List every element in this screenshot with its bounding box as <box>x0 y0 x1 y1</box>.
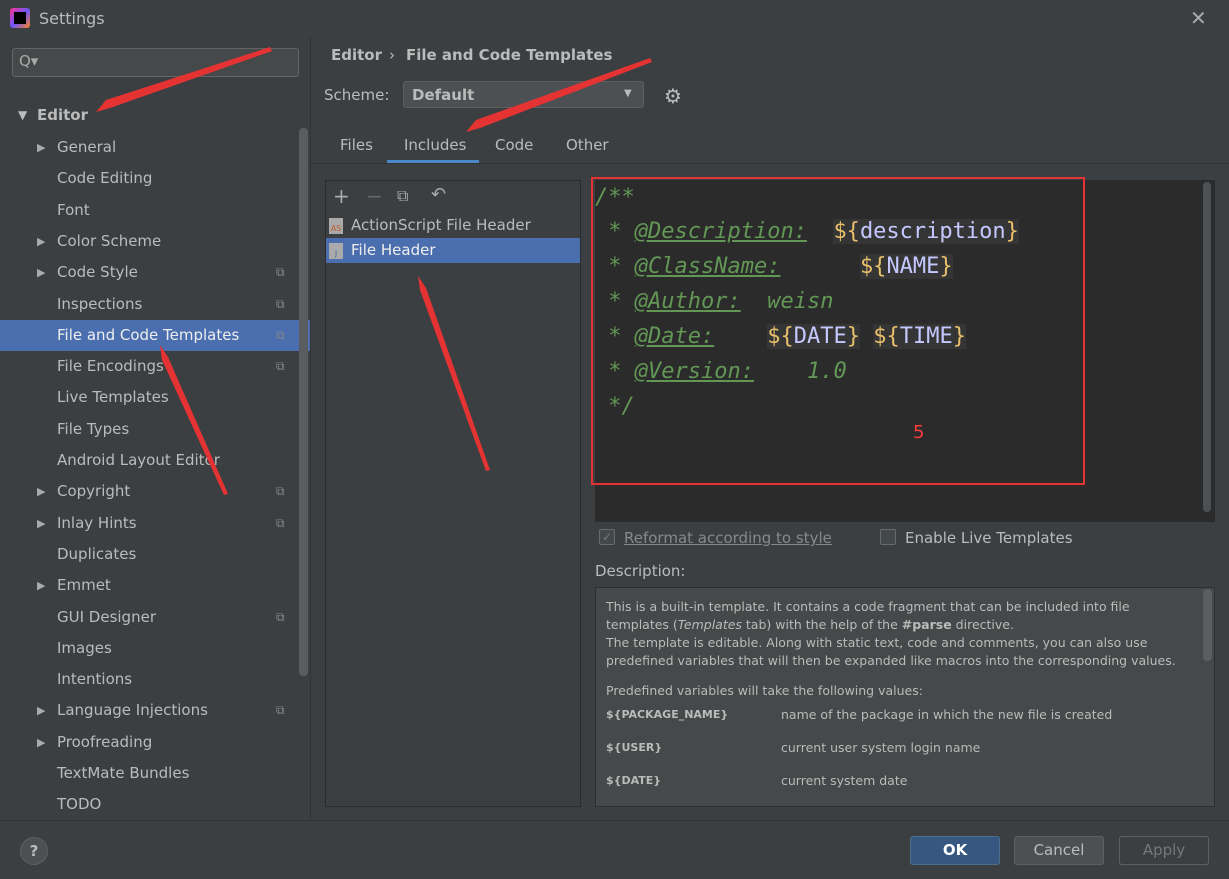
project-settings-icon: ⧉ <box>276 296 285 311</box>
window-title: Settings <box>39 9 105 28</box>
sidebar-item[interactable]: ▶ Code Style ⧉ <box>0 257 310 288</box>
breadcrumb-parent[interactable]: Editor <box>331 46 382 64</box>
scheme-dropdown[interactable]: Default <box>403 81 644 108</box>
list-item[interactable]: AS ActionScript File Header <box>326 213 580 238</box>
sidebar-item[interactable]: Android Layout Editor <box>0 445 310 476</box>
live-templates-label: Enable Live Templates <box>905 529 1073 547</box>
search-input[interactable]: Q▾ <box>12 48 299 77</box>
help-button[interactable]: ? <box>20 837 48 865</box>
reformat-checkbox[interactable]: ✓ <box>599 529 615 545</box>
reformat-label: Reformat according to style <box>624 529 832 547</box>
scheme-label: Scheme: <box>324 86 390 104</box>
sidebar-item-editor[interactable]: ▼ Editor <box>0 100 310 131</box>
sidebar-item[interactable]: ▶ Color Scheme <box>0 226 310 257</box>
cancel-button[interactable]: Cancel <box>1014 836 1104 865</box>
project-settings-icon: ⧉ <box>276 265 285 280</box>
sidebar-item[interactable]: ▶ Language Injections ⧉ <box>0 695 310 726</box>
sidebar-item[interactable]: GUI Designer ⧉ <box>0 602 310 633</box>
sidebar-scrollbar[interactable] <box>299 128 308 676</box>
expand-right-icon[interactable]: ▶ <box>37 695 45 726</box>
sidebar-item[interactable]: File Types <box>0 414 310 445</box>
project-settings-icon: ⧉ <box>276 359 285 374</box>
sidebar-item[interactable]: ▶ Emmet <box>0 570 310 601</box>
expand-right-icon[interactable]: ▶ <box>37 226 45 257</box>
sidebar-item[interactable]: Live Templates <box>0 382 310 413</box>
java-file-icon: J <box>329 243 343 259</box>
reset-icon[interactable]: ↶ <box>431 184 446 205</box>
tab-files[interactable]: Files <box>340 136 373 154</box>
project-settings-icon: ⧉ <box>276 327 285 342</box>
expand-right-icon[interactable]: ▶ <box>37 257 45 288</box>
sidebar-item[interactable]: File and Code Templates ⧉ <box>0 319 310 351</box>
description-label: Description: <box>595 562 686 580</box>
sidebar-item[interactable]: Font <box>0 195 310 226</box>
project-settings-icon: ⧉ <box>276 484 285 499</box>
breadcrumb-separator: › <box>389 46 395 64</box>
remove-icon[interactable]: − <box>366 184 383 208</box>
template-list <box>325 180 581 807</box>
expand-right-icon[interactable]: ▶ <box>37 132 45 163</box>
apply-button[interactable]: Apply <box>1119 836 1209 865</box>
actionscript-file-icon: AS <box>329 218 343 234</box>
description-panel: This is a built-in template. It contains… <box>595 587 1215 807</box>
breadcrumb-current: File and Code Templates <box>406 46 613 64</box>
sidebar-item[interactable]: File Encodings ⧉ <box>0 351 310 382</box>
editor-scrollbar[interactable] <box>1203 182 1211 512</box>
app-logo-icon <box>10 8 30 28</box>
sidebar-item[interactable]: TextMate Bundles <box>0 758 310 789</box>
gear-icon[interactable]: ⚙ <box>664 84 682 108</box>
sidebar-item[interactable]: ▶ Inlay Hints ⧉ <box>0 508 310 539</box>
project-settings-icon: ⧉ <box>276 703 285 718</box>
live-templates-checkbox[interactable] <box>880 529 896 545</box>
tab-other[interactable]: Other <box>566 136 609 154</box>
divider <box>311 163 1229 164</box>
sidebar-item[interactable]: Inspections ⧉ <box>0 289 310 320</box>
add-icon[interactable]: + <box>333 184 350 208</box>
expand-right-icon[interactable]: ▶ <box>37 727 45 758</box>
expand-right-icon[interactable]: ▶ <box>37 508 45 539</box>
title-bar <box>0 0 1229 37</box>
close-icon[interactable]: ✕ <box>1190 6 1207 30</box>
project-settings-icon: ⧉ <box>276 609 285 624</box>
tab-code[interactable]: Code <box>495 136 533 154</box>
sidebar-item[interactable]: Code Editing <box>0 163 310 194</box>
sidebar-item[interactable]: ▶ Proofreading <box>0 727 310 758</box>
sidebar-item[interactable]: ▶ Copyright ⧉ <box>0 476 310 507</box>
expand-down-icon[interactable]: ▼ <box>18 100 27 131</box>
annotation-highlight-box <box>591 177 1085 485</box>
expand-right-icon[interactable]: ▶ <box>37 476 45 507</box>
expand-right-icon[interactable]: ▶ <box>37 570 45 601</box>
ok-button[interactable]: OK <box>910 836 1000 865</box>
sidebar-item[interactable]: Images <box>0 633 310 664</box>
sidebar-item[interactable]: TODO <box>0 789 310 820</box>
sidebar-item[interactable]: Intentions <box>0 664 310 695</box>
sidebar-item[interactable]: Duplicates <box>0 539 310 570</box>
list-item-selected[interactable]: J File Header <box>326 238 580 263</box>
description-scrollbar[interactable] <box>1203 589 1212 661</box>
annotation-number: 5 <box>913 422 925 443</box>
search-icon: Q▾ <box>19 52 39 70</box>
tab-includes[interactable]: Includes <box>404 136 466 154</box>
chevron-down-icon: ▼ <box>624 88 632 99</box>
project-settings-icon: ⧉ <box>276 515 285 530</box>
copy-icon[interactable]: ⧉ <box>397 186 408 206</box>
sidebar-item[interactable]: ▶ General <box>0 132 310 163</box>
